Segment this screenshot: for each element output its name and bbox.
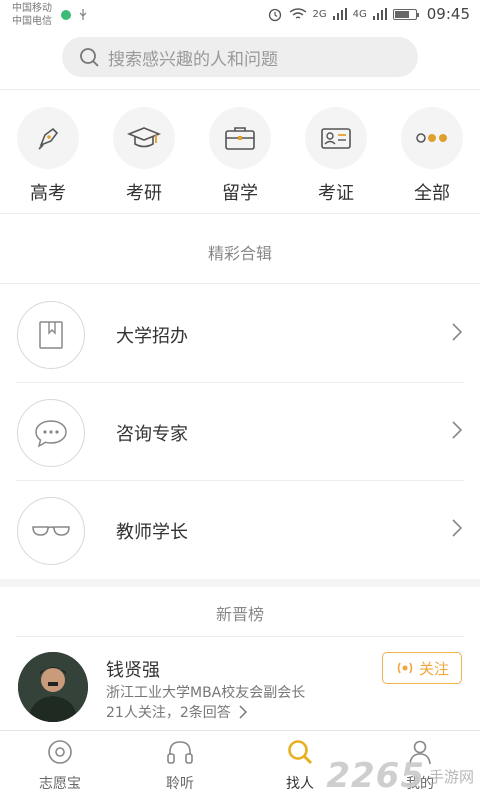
category-icon-wrap [17, 107, 79, 169]
category-all[interactable]: 全部 [387, 92, 477, 213]
briefcase-icon [225, 127, 255, 150]
search-input[interactable]: 搜索感兴趣的人和问题 [62, 37, 418, 77]
avatar[interactable] [18, 652, 88, 722]
featured-item-experts[interactable]: 咨询专家 [0, 383, 480, 481]
section-gap [0, 579, 480, 587]
nav-label: 找人 [286, 776, 314, 792]
category-grid: 高考 考研 留学 考证 全部 [0, 92, 480, 214]
user-card[interactable]: 钱贤强 浙江工业大学MBA校友会副会长 21人关注，2条回答 关注 [0, 640, 480, 730]
user-description: 浙江工业大学MBA校友会副会长 [106, 685, 306, 701]
row-icon-wrap [17, 497, 85, 565]
search-area: 搜索感兴趣的人和问题 [0, 30, 480, 90]
category-label: 全部 [414, 183, 450, 204]
category-icon-wrap [113, 107, 175, 169]
user-name: 钱贤强 [106, 660, 160, 681]
row-icon-wrap [17, 399, 85, 467]
follow-button[interactable]: 关注 [382, 652, 462, 684]
divider [16, 636, 464, 637]
featured-item-university[interactable]: 大学招办 [0, 285, 480, 383]
nav-item-zhiyuanbao[interactable]: 志愿宝 [0, 731, 120, 800]
signal-icon [332, 8, 347, 20]
carrier-1: 中国移动 [12, 3, 52, 14]
book-icon [39, 321, 63, 349]
user-stats: 21人关注，2条回答 [106, 702, 247, 722]
divider [0, 283, 480, 284]
category-icon-wrap [401, 107, 463, 169]
category-label: 考证 [318, 183, 354, 204]
network-type-2: 4G [352, 8, 367, 20]
chevron-right-icon [452, 519, 462, 537]
watermark-number: 2265 [326, 756, 425, 796]
watermark-text: 手游网 [428, 767, 474, 786]
glasses-icon [32, 526, 70, 536]
newcomers-section-title: 新晋榜 [215, 605, 264, 624]
network-type-1: 2G [312, 8, 327, 20]
notification-icons [60, 8, 88, 22]
signal-icon-2 [372, 8, 387, 20]
watermark: 2265 手游网 [326, 756, 474, 796]
row-label: 咨询专家 [116, 424, 188, 445]
pen-nib-icon [38, 127, 59, 150]
status-right: 2G 4G 09:45 [267, 5, 470, 23]
headphones-icon [167, 741, 193, 764]
user-stats-text: 21人关注，2条回答 [106, 705, 231, 721]
follow-label: 关注 [418, 659, 449, 678]
graduation-cap-icon [127, 127, 161, 148]
carrier-2: 中国电信 [12, 16, 52, 27]
search-placeholder: 搜索感兴趣的人和问题 [108, 49, 278, 70]
avatar-photo [18, 652, 88, 722]
alarm-icon [268, 8, 281, 22]
category-icon-wrap [209, 107, 271, 169]
carrier-info: 中国移动 中国电信 [12, 2, 52, 28]
category-label: 留学 [222, 183, 258, 204]
category-kaoyan[interactable]: 考研 [99, 92, 189, 213]
chat-bubble-icon [35, 420, 67, 448]
search-icon [80, 48, 99, 67]
wifi-icon [289, 8, 306, 19]
clock: 09:45 [426, 5, 470, 23]
chevron-right-icon [452, 421, 462, 439]
broadcast-icon [397, 662, 413, 674]
row-label: 教师学长 [116, 522, 188, 543]
id-card-icon [321, 128, 351, 149]
usb-icon [79, 9, 87, 20]
category-kaozheng[interactable]: 考证 [291, 92, 381, 213]
chevron-right-icon [452, 323, 462, 341]
nav-item-listen[interactable]: 聆听 [120, 731, 240, 800]
search-person-icon [288, 740, 313, 765]
battery-icon [392, 8, 419, 20]
chevron-right-icon [239, 705, 247, 719]
row-label: 大学招办 [116, 326, 188, 347]
row-icon-wrap [17, 301, 85, 369]
app-notification-icon [61, 10, 71, 20]
featured-item-teachers[interactable]: 教师学长 [0, 481, 480, 579]
category-icon-wrap [305, 107, 367, 169]
category-label: 高考 [30, 183, 66, 204]
category-label: 考研 [126, 183, 162, 204]
nav-label: 聆听 [166, 776, 194, 792]
category-gaokao[interactable]: 高考 [3, 92, 93, 213]
target-icon [48, 740, 72, 764]
category-liuxue[interactable]: 留学 [195, 92, 285, 213]
status-bar: 中国移动 中国电信 2G 4G 09:45 [0, 0, 480, 30]
nav-label: 志愿宝 [39, 776, 81, 792]
featured-section-title: 精彩合辑 [207, 244, 272, 263]
more-dots-icon [416, 133, 447, 143]
